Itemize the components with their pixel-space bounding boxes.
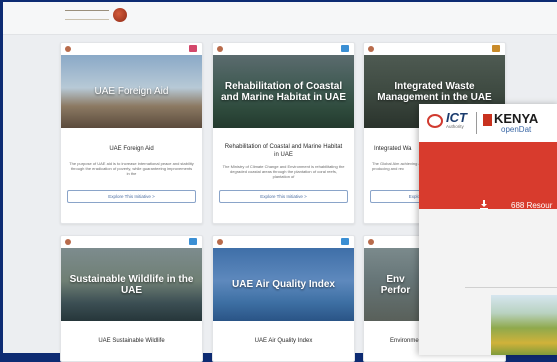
kenya-flag-icon [483, 114, 492, 126]
badge-icon [492, 45, 500, 52]
site-logo[interactable] [65, 8, 151, 22]
card-image-caption: UAE Foreign Aid [94, 86, 169, 97]
card-title[interactable]: UAE Air Quality Index [213, 337, 354, 345]
initiative-card[interactable]: Rehabilitation of Coastal and Marine Hab… [212, 42, 355, 224]
card-description: The purpose of UAE aid is to increase in… [69, 161, 194, 176]
card-title[interactable]: Rehabilitation of Coastal and Marine Hab… [213, 143, 354, 159]
main-window: UAE Foreign Aid UAE Foreign Aid The purp… [0, 0, 557, 362]
seal-icon [368, 239, 374, 245]
resources-banner: 688 Resour [419, 142, 557, 211]
seal-icon [113, 8, 127, 22]
badge-icon [189, 45, 197, 52]
logo-line [65, 10, 109, 20]
top-bar [3, 2, 557, 35]
seal-icon [65, 46, 71, 52]
card-image: Rehabilitation of Coastal and Marine Hab… [213, 55, 354, 128]
seal-icon [65, 239, 71, 245]
logo-divider [476, 112, 477, 134]
card-header [364, 43, 505, 53]
section-divider [465, 287, 557, 288]
card-image: Sustainable Wildlife in the UAE [61, 248, 202, 321]
badge-icon [189, 238, 197, 245]
card-image-caption: Sustainable Wildlife in the UAE [69, 273, 194, 296]
kenya-open-data-window[interactable]: ICT Authority KENYA openDat 688 Resour [419, 104, 557, 355]
explore-button[interactable]: Explore This Initiative > [67, 190, 196, 203]
badge-icon [341, 238, 349, 245]
kenya-subtitle: openDat [501, 125, 532, 134]
initiative-card[interactable]: UAE Foreign Aid UAE Foreign Aid The purp… [60, 42, 203, 224]
card-title[interactable]: UAE Foreign Aid [61, 145, 202, 153]
resources-count[interactable]: 688 Resour [511, 201, 552, 210]
seal-icon [217, 46, 223, 52]
seal-icon [368, 46, 374, 52]
ict-logo[interactable]: ICT Authority [427, 110, 467, 129]
ict-ring-icon [427, 113, 443, 128]
explore-button[interactable]: Explore This Initiative > [219, 190, 348, 203]
ict-subtitle: Authority [446, 124, 464, 129]
download-icon[interactable] [480, 200, 488, 211]
overlay-header: ICT Authority KENYA openDat [419, 104, 557, 142]
card-image-caption: UAE Air Quality Index [232, 279, 335, 290]
initiative-card[interactable]: UAE Air Quality Index UAE Air Quality In… [212, 235, 355, 362]
ict-brand: ICT [446, 110, 467, 125]
badge-icon [341, 45, 349, 52]
card-description: The Ministry of Climate Change and Envir… [222, 164, 345, 179]
card-image-caption: Rehabilitation of Coastal and Marine Hab… [221, 80, 347, 103]
card-header [213, 236, 354, 246]
dataset-photo [491, 295, 557, 355]
card-title[interactable]: UAE Sustainable Wildlife [61, 337, 202, 345]
card-image: UAE Air Quality Index [213, 248, 354, 321]
card-header [61, 43, 202, 53]
card-header [61, 236, 202, 246]
initiative-card[interactable]: Sustainable Wildlife in the UAE UAE Sust… [60, 235, 203, 362]
kenya-brand: KENYA [494, 111, 539, 126]
seal-icon [217, 239, 223, 245]
card-header [213, 43, 354, 53]
card-image: UAE Foreign Aid [61, 55, 202, 128]
